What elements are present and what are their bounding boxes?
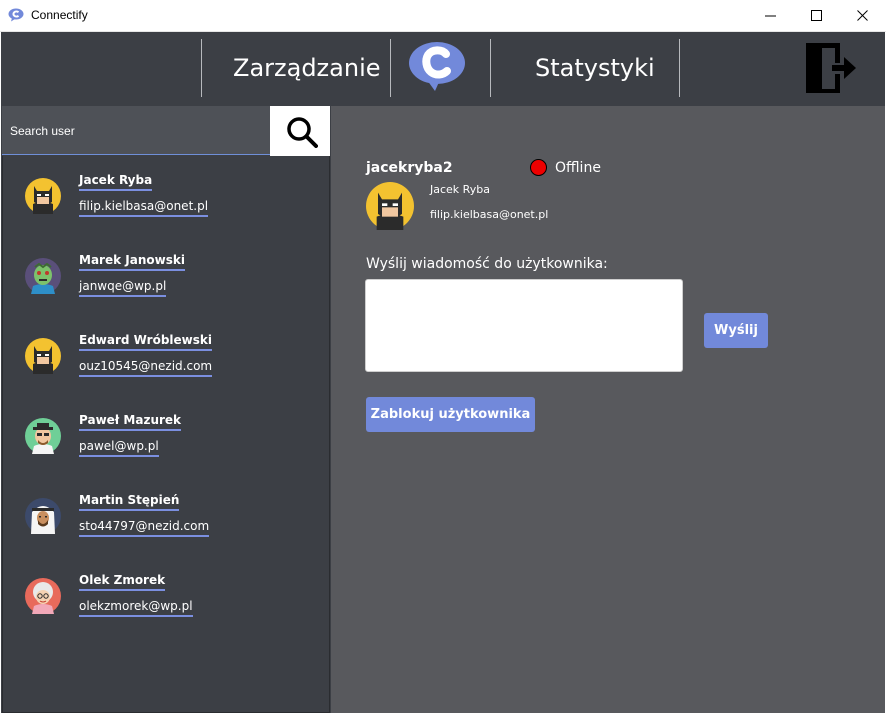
user-name-link[interactable]: Edward Wróblewski: [79, 333, 213, 351]
maximize-button[interactable]: [794, 0, 840, 31]
user-list-item[interactable]: Paweł Mazurek pawel@wp.pl: [3, 396, 329, 476]
minimize-icon: [765, 15, 776, 17]
search-input[interactable]: [2, 106, 271, 155]
top-navbar: Zarządzanie Statystyki: [1, 32, 885, 106]
block-user-button[interactable]: Zablokuj użytkownika: [366, 397, 535, 432]
user-list-item[interactable]: Edward Wróblewski ouz10545@nezid.com: [3, 316, 329, 396]
status-indicator-icon: [530, 159, 547, 176]
heisenberg-avatar-icon: [25, 418, 61, 454]
user-email-link[interactable]: janwqe@wp.pl: [79, 279, 167, 297]
message-label: Wyślij wiadomość do użytkownika:: [366, 256, 608, 272]
maximize-icon: [811, 10, 822, 21]
user-name-link[interactable]: Olek Zmorek: [79, 573, 166, 591]
detail-full-name: Jacek Ryba: [430, 183, 490, 196]
search-box: [2, 106, 271, 155]
user-name-link[interactable]: Martin Stępień: [79, 493, 180, 511]
minimize-button[interactable]: [748, 0, 794, 31]
user-sidebar: Jacek Ryba filip.kielbasa@onet.pl Marek …: [1, 106, 331, 713]
nav-divider: [201, 39, 202, 97]
user-email-link[interactable]: sto44797@nezid.com: [79, 519, 210, 537]
batman-avatar-icon: [25, 178, 61, 214]
sheikh-avatar-icon: [25, 498, 61, 534]
nav-divider: [490, 39, 491, 97]
close-icon: [857, 10, 868, 21]
window-titlebar: Connectify: [0, 0, 886, 32]
app-icon: [8, 8, 24, 22]
user-list-item[interactable]: Marek Janowski janwqe@wp.pl: [3, 236, 329, 316]
detail-username: jacekryba2: [366, 160, 453, 176]
user-list: Jacek Ryba filip.kielbasa@onet.pl Marek …: [2, 156, 330, 713]
user-email-link[interactable]: filip.kielbasa@onet.pl: [79, 199, 209, 217]
user-name-link[interactable]: Paweł Mazurek: [79, 413, 182, 431]
user-name-link[interactable]: Marek Janowski: [79, 253, 185, 271]
user-email-link[interactable]: ouz10545@nezid.com: [79, 359, 213, 377]
user-name-link[interactable]: Jacek Ryba: [79, 173, 153, 191]
search-icon: [287, 117, 318, 148]
nav-manage-link[interactable]: Zarządzanie: [233, 54, 381, 82]
batman-avatar-icon: [366, 182, 414, 230]
nav-stats-link[interactable]: Statystyki: [535, 54, 655, 82]
zombie-avatar-icon: [25, 258, 61, 294]
user-list-item[interactable]: Martin Stępień sto44797@nezid.com: [3, 476, 329, 556]
send-message-button[interactable]: Wyślij: [704, 313, 768, 348]
message-textarea[interactable]: [365, 279, 683, 372]
user-email-link[interactable]: pawel@wp.pl: [79, 439, 159, 457]
batman-avatar-icon: [25, 338, 61, 374]
detail-email: filip.kielbasa@onet.pl: [430, 208, 549, 221]
grandma-avatar-icon: [25, 578, 61, 614]
logout-door-icon[interactable]: [804, 41, 858, 95]
window-title: Connectify: [31, 8, 88, 22]
status-text: Offline: [555, 160, 601, 176]
user-detail-panel: jacekryba2 Offline Jacek Ryba filip.kiel…: [331, 106, 885, 713]
user-list-item[interactable]: Olek Zmorek olekzmorek@wp.pl: [3, 556, 329, 636]
nav-divider: [679, 39, 680, 97]
connectify-logo-icon[interactable]: [407, 40, 469, 92]
user-list-item[interactable]: Jacek Ryba filip.kielbasa@onet.pl: [3, 156, 329, 236]
user-email-link[interactable]: olekzmorek@wp.pl: [79, 599, 193, 617]
close-button[interactable]: [840, 0, 886, 31]
search-button[interactable]: [270, 106, 330, 156]
nav-divider: [390, 39, 391, 97]
